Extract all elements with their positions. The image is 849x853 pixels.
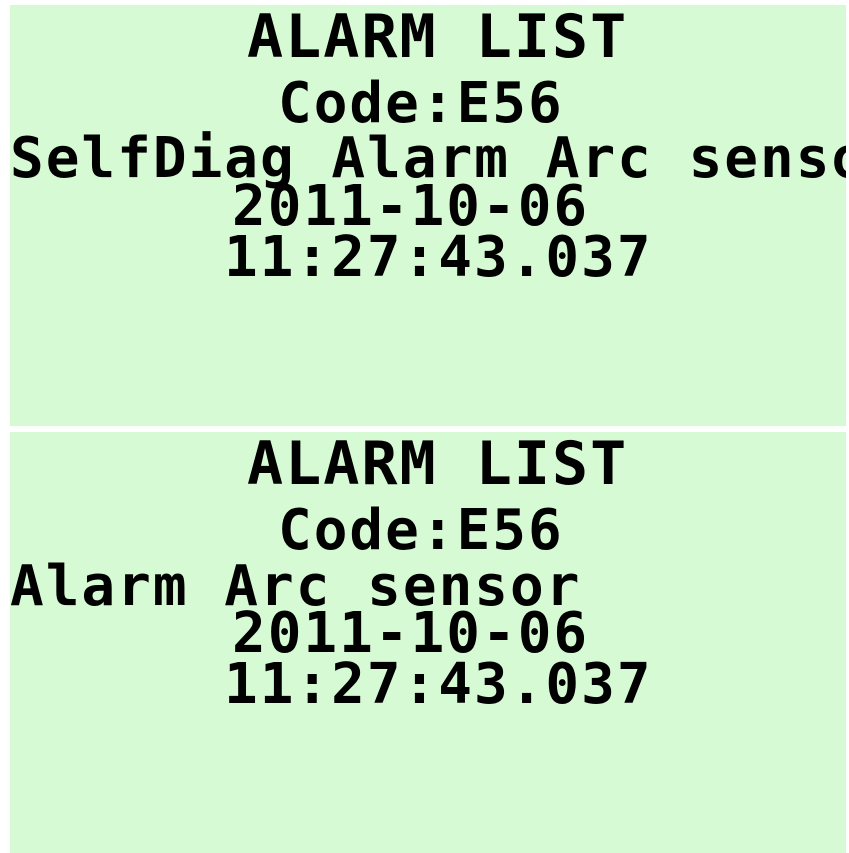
alarm-list-title: ALARM LIST	[247, 5, 629, 72]
lcd-screen-top: ALARM LIST Code:E56 SelfDiag Alarm Arc s…	[10, 5, 846, 426]
alarm-time: 11:27:43.037	[224, 652, 653, 717]
alarm-code: Code:E56	[278, 498, 564, 563]
alarm-code: Code:E56	[278, 71, 564, 136]
alarm-time: 11:27:43.037	[224, 225, 653, 290]
lcd-screen-bottom: ALARM LIST Code:E56 Alarm Arc sensor 201…	[10, 432, 846, 853]
alarm-list-title: ALARM LIST	[247, 432, 629, 499]
